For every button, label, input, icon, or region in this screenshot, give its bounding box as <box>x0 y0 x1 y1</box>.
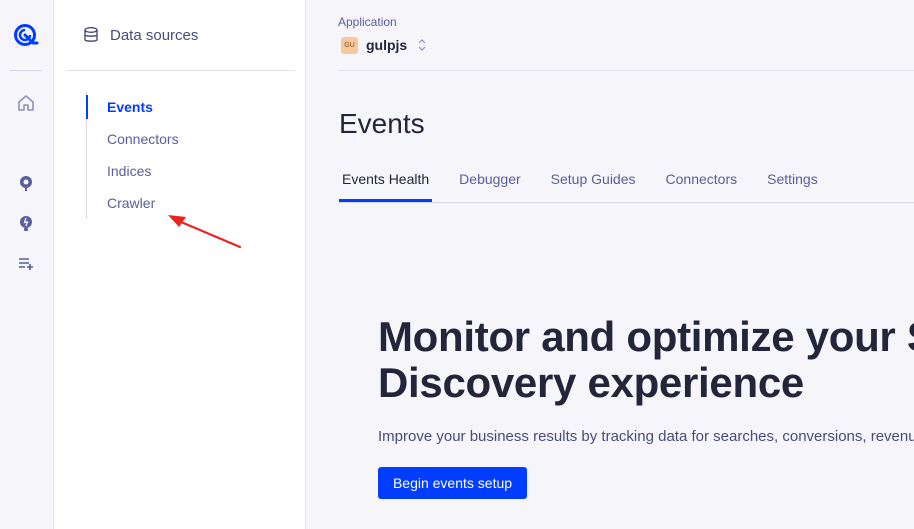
tab-connectors[interactable]: Connectors <box>663 162 741 202</box>
page-title: Events <box>339 108 425 139</box>
tab-setup-guides[interactable]: Setup Guides <box>548 162 639 202</box>
data-sources-nav: Events Connectors Indices Crawler <box>86 91 246 219</box>
hero-heading: Monitor and optimize your Site Search & … <box>378 314 914 406</box>
lightbulb-icon[interactable] <box>16 213 36 233</box>
home-icon[interactable] <box>16 93 36 113</box>
nav-item-events[interactable]: Events <box>86 91 246 123</box>
tab-debugger[interactable]: Debugger <box>456 162 524 202</box>
nav-item-connectors[interactable]: Connectors <box>87 123 246 155</box>
hero-heading-line2: Discovery experience <box>378 359 804 406</box>
panel-title: Data sources <box>110 27 199 44</box>
application-bar: Application GU gulpjs <box>338 0 914 71</box>
tab-events-health[interactable]: Events Health <box>339 162 433 202</box>
nav-item-crawler[interactable]: Crawler <box>87 187 246 219</box>
application-label: Application <box>338 15 397 29</box>
hero-description: Improve your business results by trackin… <box>378 428 914 445</box>
begin-events-setup-button[interactable]: Begin events setup <box>378 467 527 499</box>
hero-heading-line1: Monitor and optimize your Site Search & <box>378 313 914 360</box>
rail-divider <box>10 70 42 71</box>
main-content: Application GU gulpjs Events Events Heal… <box>306 0 914 529</box>
nav-item-indices[interactable]: Indices <box>87 155 246 187</box>
hero-section: Monitor and optimize your Site Search & … <box>378 314 914 446</box>
panel-header: Data sources <box>66 0 295 71</box>
search-pin-icon[interactable] <box>16 173 36 193</box>
playlist-add-icon[interactable] <box>16 253 36 273</box>
events-tabs: Events Health Debugger Setup Guides Conn… <box>339 162 914 203</box>
data-sources-panel: Data sources Events Connectors Indices C… <box>54 0 306 529</box>
database-icon <box>84 27 98 42</box>
icon-rail <box>0 0 54 529</box>
application-badge: GU <box>341 36 358 54</box>
chevron-updown-icon <box>418 39 426 51</box>
application-name: gulpjs <box>366 37 408 53</box>
application-selector[interactable]: GU gulpjs <box>341 36 427 54</box>
algolia-logo-icon[interactable] <box>13 23 39 49</box>
tab-settings[interactable]: Settings <box>764 162 821 202</box>
